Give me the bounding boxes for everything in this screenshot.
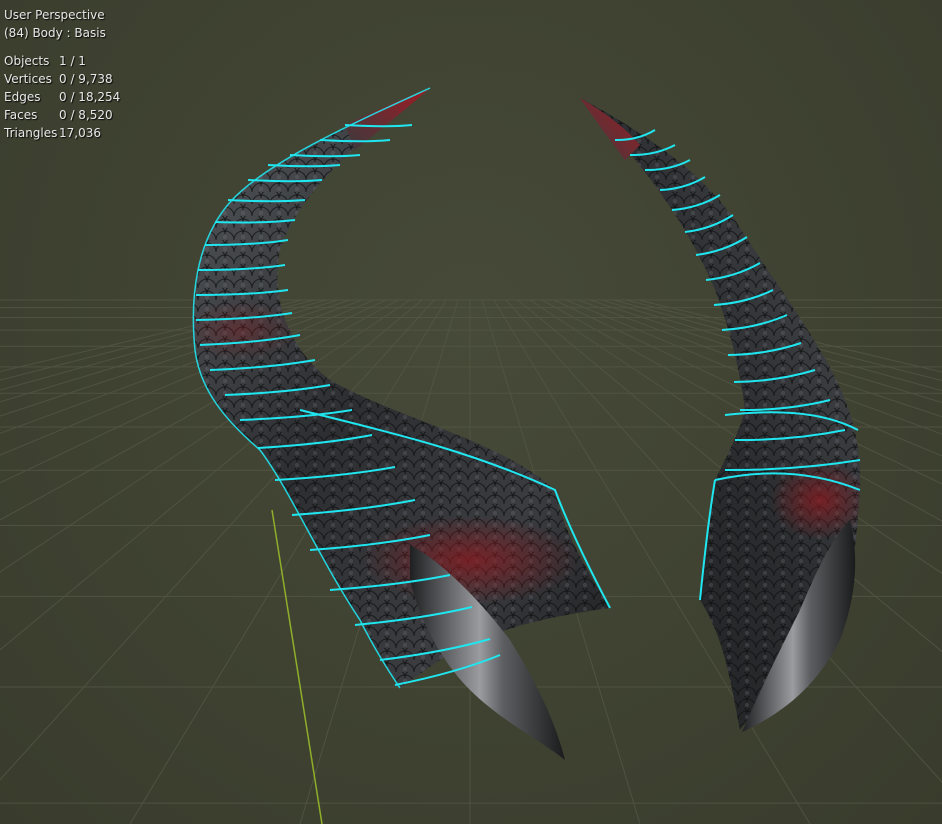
stat-label: Edges — [4, 90, 41, 104]
stat-row-triangles: Triangles 17,036 — [4, 124, 120, 142]
stat-value: 17,036 — [59, 126, 101, 140]
viewport-scene[interactable] — [0, 0, 942, 824]
left-horn-mesh[interactable] — [180, 80, 620, 760]
3d-viewport[interactable]: User Perspective (84) Body : Basis Objec… — [0, 0, 942, 824]
stat-value: 0 / 18,254 — [59, 90, 121, 104]
view-name-label: User Perspective — [4, 8, 105, 22]
stat-row-edges: Edges 0 / 18,254 — [4, 88, 120, 106]
stat-value: 1 / 1 — [59, 54, 86, 68]
stat-row-vertices: Vertices 0 / 9,738 — [4, 70, 120, 88]
object-info-label: (84) Body : Basis — [4, 26, 106, 40]
stat-label: Objects — [4, 54, 50, 68]
stat-value: 0 / 9,738 — [59, 72, 113, 86]
stat-row-faces: Faces 0 / 8,520 — [4, 106, 120, 124]
stat-row-objects: Objects 1 / 1 — [4, 52, 120, 70]
stat-label: Vertices — [4, 72, 52, 86]
stat-value: 0 / 8,520 — [59, 108, 113, 122]
y-axis-line — [271, 509, 323, 824]
stat-label: Triangles — [4, 126, 58, 140]
stat-label: Faces — [4, 108, 38, 122]
right-horn-mesh[interactable] — [570, 90, 870, 740]
scene-statistics: Objects 1 / 1 Vertices 0 / 9,738 Edges 0 / 18… — [4, 52, 120, 142]
viewport-overlay: User Perspective (84) Body : Basis Objec… — [4, 6, 120, 142]
